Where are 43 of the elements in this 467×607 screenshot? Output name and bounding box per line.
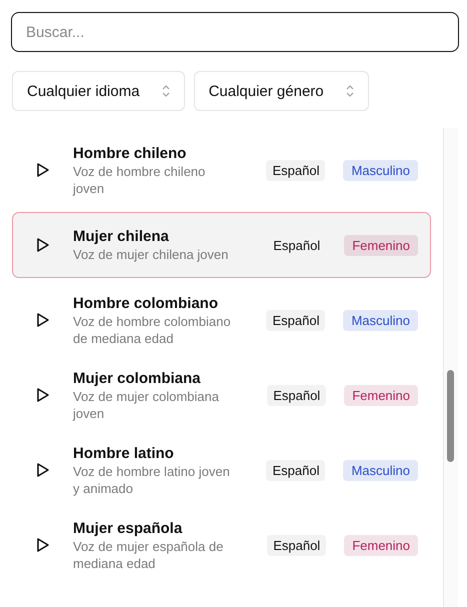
- language-tag: Español: [267, 234, 326, 256]
- search-field[interactable]: Buscar...: [11, 12, 459, 52]
- language-tag: Español: [266, 310, 326, 330]
- play-icon[interactable]: [36, 537, 50, 553]
- play-icon[interactable]: [36, 237, 50, 253]
- voice-row[interactable]: Hombre latino Voz de hombre latino joven y animado Español Masculino: [12, 437, 431, 503]
- play-icon[interactable]: [36, 162, 50, 178]
- voice-row[interactable]: Hombre colombiano Voz de hombre colombiano de mediana edad Español Masculino: [12, 287, 431, 353]
- voice-description: Voz de hombre colombiano de mediana edad: [73, 312, 232, 346]
- voice-name: Mujer española: [73, 518, 184, 538]
- voice-row[interactable]: Mujer chilena Voz de mujer chilena joven Español Femenino: [12, 212, 431, 278]
- gender-tag: Masculino: [343, 310, 418, 330]
- voice-description: Voz de hombre chileno joven: [73, 162, 206, 196]
- voice-name: Hombre colombiano: [73, 294, 220, 312]
- voice-name: Mujer chilena: [73, 227, 170, 246]
- play-icon[interactable]: [36, 387, 50, 403]
- chevron-updown-icon: [346, 85, 354, 97]
- voice-name: Hombre chileno: [73, 144, 188, 162]
- gender-tag: Masculino: [343, 160, 418, 180]
- scrollbar[interactable]: [443, 128, 458, 607]
- gender-tag: Masculino: [343, 460, 418, 480]
- language-tag: Español: [267, 384, 326, 406]
- gender-tag: Femenino: [344, 534, 418, 556]
- gender-tag: Femenino: [344, 234, 418, 256]
- voice-row[interactable]: Mujer española Voz de mujer española de mediana edad Español Femenino: [12, 512, 431, 578]
- voice-name: Mujer colombiana: [73, 368, 202, 388]
- voice-description: Voz de mujer chilena joven: [73, 246, 230, 263]
- gender-tag: Femenino: [344, 384, 418, 406]
- voice-row[interactable]: Mujer colombiana Voz de mujer colombiana joven Español Femenino: [12, 362, 431, 428]
- language-tag: Español: [266, 160, 326, 180]
- voice-description: Voz de mujer española de mediana edad: [73, 538, 224, 572]
- play-icon[interactable]: [36, 462, 50, 478]
- voice-name: Hombre latino: [73, 444, 175, 462]
- filter-dropdown[interactable]: Cualquier género: [194, 71, 369, 111]
- scrollbar-thumb[interactable]: [447, 370, 454, 462]
- language-tag: Español: [267, 534, 326, 556]
- language-tag: Español: [266, 460, 326, 480]
- play-icon[interactable]: [36, 312, 50, 328]
- voice-description: Voz de mujer colombiana joven: [73, 388, 220, 422]
- voice-description: Voz de hombre latino joven y animado: [73, 462, 231, 496]
- voice-row[interactable]: Hombre chileno Voz de hombre chileno joven Español Masculino: [12, 137, 431, 203]
- chevron-updown-icon: [162, 85, 170, 97]
- filter-dropdown[interactable]: Cualquier idioma: [12, 71, 185, 111]
